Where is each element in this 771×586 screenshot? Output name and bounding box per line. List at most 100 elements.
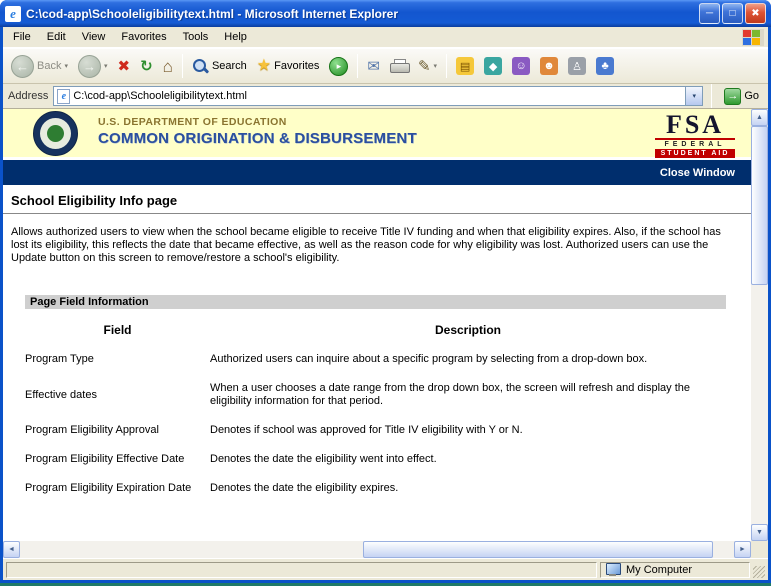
status-bar: My Computer <box>3 558 768 580</box>
field-cell: Program Type <box>25 345 210 374</box>
scroll-up-button[interactable]: ▲ <box>751 109 768 126</box>
banner: U.S. DEPARTMENT OF EDUCATION COMMON ORIG… <box>3 109 751 157</box>
close-window-link[interactable]: Close Window <box>660 167 735 179</box>
menu-favorites[interactable]: Favorites <box>113 28 174 46</box>
description-cell: When a user chooses a date range from th… <box>210 374 726 416</box>
page-body: School Eligibility Info page Allows auth… <box>3 185 751 503</box>
my-computer-icon <box>605 563 621 576</box>
search-label: Search <box>212 60 247 72</box>
vertical-scroll-track[interactable] <box>751 126 768 524</box>
page-title: School Eligibility Info page <box>11 193 741 208</box>
address-bar: Address e C:\cod-app\Schooleligibilityte… <box>3 84 768 109</box>
paw-icon: ♣ <box>596 57 614 75</box>
ie-logo-icon: e <box>5 6 21 22</box>
edit-icon: ✎ <box>418 59 431 74</box>
discuss-icon: ▤ <box>456 57 474 75</box>
messenger-icon: ☺ <box>512 57 530 75</box>
address-input[interactable]: e C:\cod-app\Schooleligibilitytext.html … <box>53 86 703 106</box>
addon-gem-button[interactable]: ◆ <box>480 54 506 78</box>
department-line2: COMMON ORIGINATION & DISBURSEMENT <box>98 130 417 147</box>
menu-tools[interactable]: Tools <box>175 28 217 46</box>
education-seal-icon <box>33 111 78 156</box>
close-button[interactable]: ✖ <box>745 3 766 24</box>
vertical-scrollbar[interactable]: ▲ ▼ <box>751 109 768 541</box>
print-icon <box>390 59 408 73</box>
menu-help[interactable]: Help <box>216 28 255 46</box>
page-icon: e <box>57 89 70 104</box>
edit-button[interactable]: ✎ ▾ <box>414 56 441 77</box>
messenger-button[interactable]: ☺ <box>508 54 534 78</box>
toolbar-separator <box>182 54 183 78</box>
address-label: Address <box>8 90 48 102</box>
forward-icon: → <box>78 55 101 78</box>
description-column-header: Description <box>210 313 726 345</box>
menu-file[interactable]: File <box>5 28 39 46</box>
scroll-down-button[interactable]: ▼ <box>751 524 768 541</box>
table-row: Effective dates When a user chooses a da… <box>25 374 726 416</box>
table-row: Program Eligibility Effective Date Denot… <box>25 445 726 474</box>
windows-logo-icon <box>742 29 764 46</box>
scrollbar-corner <box>751 541 768 558</box>
close-icon: ✖ <box>751 8 759 19</box>
stop-icon: ✖ <box>118 59 131 74</box>
search-icon <box>192 58 209 75</box>
scroll-right-button[interactable]: ► <box>734 541 751 558</box>
table-row: Program Type Authorized users can inquir… <box>25 345 726 374</box>
addon-face-button[interactable]: ☻ <box>536 54 562 78</box>
description-cell: Denotes the date the eligibility went in… <box>210 445 726 474</box>
horizontal-scroll-track[interactable] <box>20 541 734 558</box>
page-content: U.S. DEPARTMENT OF EDUCATION COMMON ORIG… <box>3 109 768 558</box>
department-text: U.S. DEPARTMENT OF EDUCATION COMMON ORIG… <box>98 116 417 147</box>
back-button[interactable]: ← Back ▾ <box>7 52 72 81</box>
window-controls: ─ □ ✖ <box>699 3 766 24</box>
status-zone-label: My Computer <box>626 564 692 576</box>
title-bar[interactable]: e C:\cod-app\Schooleligibilitytext.html … <box>0 0 771 27</box>
vertical-scroll-thumb[interactable] <box>751 126 768 285</box>
stop-button[interactable]: ✖ <box>114 56 135 77</box>
face-icon: ☻ <box>540 57 558 75</box>
print-button[interactable] <box>386 56 412 76</box>
forward-button[interactable]: → ▾ <box>74 52 112 81</box>
go-button[interactable]: → Go <box>720 87 763 106</box>
edit-dropdown-icon: ▾ <box>434 62 438 70</box>
table-row: Program Eligibility Expiration Date Deno… <box>25 474 726 503</box>
discuss-button[interactable]: ▤ <box>452 54 478 78</box>
heading-divider <box>3 213 751 214</box>
table-row: Program Eligibility Approval Denotes if … <box>25 416 726 445</box>
minimize-icon: ─ <box>706 8 713 19</box>
address-dropdown-button[interactable]: ▾ <box>685 87 702 105</box>
mail-button[interactable]: ✉ <box>363 56 384 77</box>
table-header-row: Field Description <box>25 313 726 345</box>
maximize-button[interactable]: □ <box>722 3 743 24</box>
person-icon: ♙ <box>568 57 586 75</box>
description-cell: Authorized users can inquire about a spe… <box>210 345 726 374</box>
window-title: C:\cod-app\Schooleligibilitytext.html - … <box>26 7 694 21</box>
menu-view[interactable]: View <box>74 28 114 46</box>
scroll-left-button[interactable]: ◄ <box>3 541 20 558</box>
search-button[interactable]: Search <box>188 55 251 78</box>
favorites-button[interactable]: ★ Favorites <box>253 55 324 77</box>
menu-bar: File Edit View Favorites Tools Help <box>3 27 768 48</box>
favorites-label: Favorites <box>274 60 319 72</box>
toolbar: ← Back ▾ → ▾ ✖ ↻ ⌂ Search ★ <box>3 48 768 84</box>
refresh-button[interactable]: ↻ <box>136 56 157 77</box>
go-arrow-icon: → <box>724 88 741 105</box>
minimize-button[interactable]: ─ <box>699 3 720 24</box>
menu-edit[interactable]: Edit <box>39 28 74 46</box>
fsa-federal-text: FEDERAL <box>655 138 735 148</box>
field-cell: Program Eligibility Expiration Date <box>25 474 210 503</box>
media-button[interactable]: ▸ <box>325 54 352 79</box>
favorites-star-icon: ★ <box>257 58 271 74</box>
resize-grip[interactable] <box>753 566 765 578</box>
navy-bar: Close Window <box>3 160 751 185</box>
home-button[interactable]: ⌂ <box>159 55 177 78</box>
field-cell: Program Eligibility Approval <box>25 416 210 445</box>
addon-paw-button[interactable]: ♣ <box>592 54 618 78</box>
horizontal-scrollbar[interactable]: ◄ ► <box>3 541 751 558</box>
field-cell: Program Eligibility Effective Date <box>25 445 210 474</box>
horizontal-scroll-thumb[interactable] <box>363 541 713 558</box>
field-table: Field Description Program Type Authorize… <box>25 313 726 503</box>
research-button[interactable]: ♙ <box>564 54 590 78</box>
media-icon: ▸ <box>329 57 348 76</box>
back-label: Back <box>37 60 61 72</box>
